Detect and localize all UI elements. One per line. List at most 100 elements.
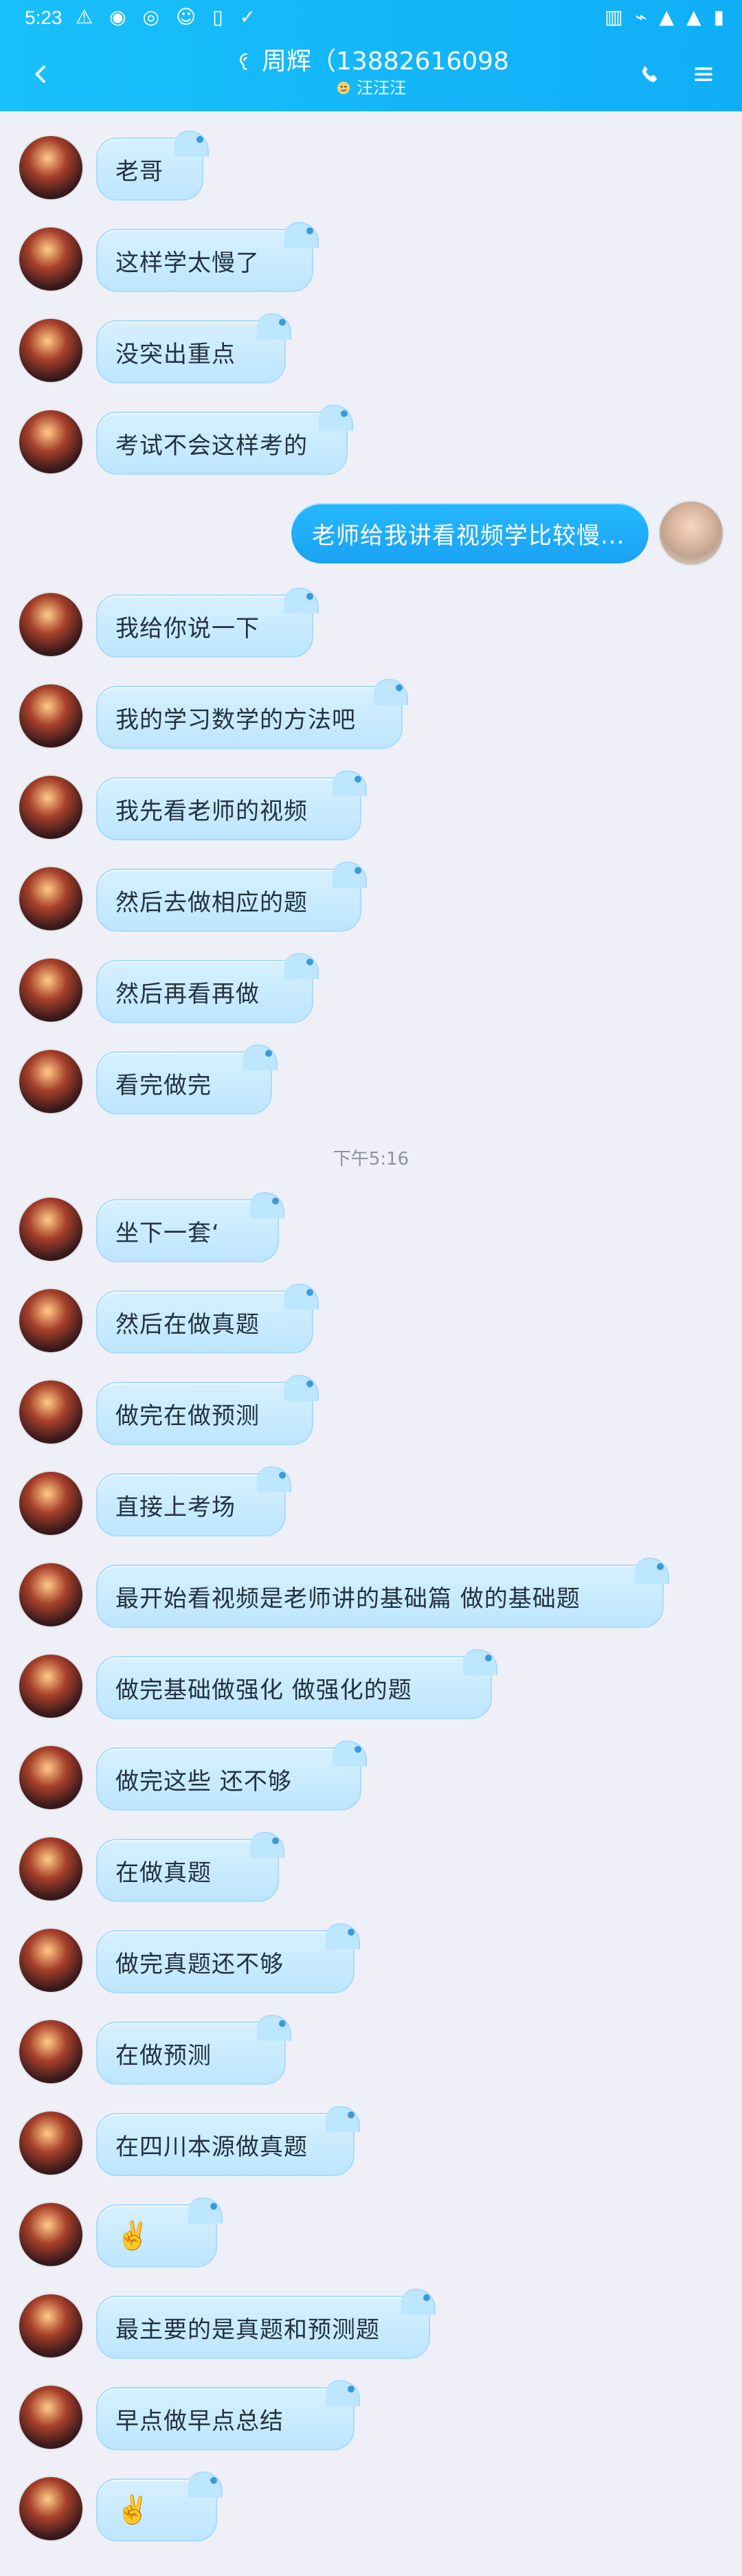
avatar[interactable] xyxy=(19,1289,82,1352)
message-row: 最开始看视频是老师讲的基础篇 做的基础题 xyxy=(0,1558,742,1628)
timestamp-divider: 下午5:16 xyxy=(0,1145,742,1170)
message-row: 在做真题 xyxy=(0,1832,742,1902)
victory-hand-icon: ✌️ xyxy=(115,2220,150,2252)
message-row: 考试不会这样考的 xyxy=(0,405,742,475)
message-bubble[interactable]: 然后去做相应的题 xyxy=(96,862,367,932)
message-row: 没突出重点 xyxy=(0,313,742,383)
ear-icon xyxy=(233,52,254,72)
bubble-tail-icon xyxy=(374,679,408,705)
message-row: 坐下一套‘ xyxy=(0,1192,742,1262)
avatar[interactable] xyxy=(19,1198,82,1261)
message-text: 最主要的是真题和预测题 xyxy=(115,2316,380,2344)
signal-icon: ▲ xyxy=(686,5,701,28)
message-row: 在做预测 xyxy=(0,2015,742,2085)
message-row: 直接上考场 xyxy=(0,1466,742,1536)
status-right-icons: ▥ ⌁ ▲ ▲ ▮ xyxy=(605,5,724,28)
message-text: 我先看老师的视频 xyxy=(115,797,308,825)
message-bubble[interactable]: 做完在做预测 xyxy=(96,1375,319,1445)
avatar[interactable] xyxy=(19,319,82,382)
status-time: 5:23 xyxy=(25,7,63,28)
message-bubble[interactable]: 我先看老师的视频 xyxy=(96,770,367,840)
avatar[interactable] xyxy=(660,502,723,565)
message-bubble[interactable]: 然后在做真题 xyxy=(96,1284,319,1354)
target-icon: ◎ xyxy=(142,5,159,28)
message-row: 这样学太慢了 xyxy=(0,222,742,292)
message-bubble[interactable]: 老师给我讲看视频学比较慢... xyxy=(291,503,649,563)
message-bubble[interactable]: 直接上考场 xyxy=(96,1466,291,1536)
avatar[interactable] xyxy=(19,684,82,748)
call-button[interactable] xyxy=(628,52,672,96)
avatar[interactable] xyxy=(19,1380,82,1444)
avatar[interactable] xyxy=(19,1655,82,1718)
avatar[interactable] xyxy=(19,1472,82,1535)
avatar[interactable] xyxy=(19,1563,82,1626)
message-bubble[interactable]: 我的学习数学的方法吧 xyxy=(96,679,408,749)
avatar[interactable] xyxy=(19,959,82,1022)
message-bubble[interactable]: 做完真题还不够 xyxy=(96,1923,360,1993)
message-bubble[interactable]: 在做真题 xyxy=(96,1832,284,1902)
avatar[interactable] xyxy=(19,1050,82,1113)
chevron-left-icon xyxy=(35,65,45,83)
chat-area[interactable]: 老哥 这样学太慢了 没突出重点 考试不会这样考的 老师给我讲看视频学比较慢... xyxy=(0,111,742,2576)
message-bubble[interactable]: ✌️ xyxy=(96,2197,223,2267)
bubble-tail-icon xyxy=(284,1375,319,1401)
avatar[interactable] xyxy=(19,2020,82,2083)
message-bubble[interactable]: 最主要的是真题和预测题 xyxy=(96,2289,436,2359)
message-row: 然后在做真题 xyxy=(0,1284,742,1354)
message-bubble[interactable]: 考试不会这样考的 xyxy=(96,405,353,475)
message-row: ✌️ xyxy=(0,2472,742,2542)
avatar[interactable] xyxy=(19,2294,82,2357)
message-text: 然后去做相应的题 xyxy=(115,888,308,917)
message-row: 老师给我讲看视频学比较慢... xyxy=(0,502,742,565)
avatar[interactable] xyxy=(19,1746,82,1809)
message-row: 在四川本源做真题 xyxy=(0,2106,742,2176)
warning-icon: ⚠ xyxy=(76,5,93,28)
message-bubble[interactable]: 没突出重点 xyxy=(96,313,291,383)
bubble-tail-icon xyxy=(188,2472,223,2498)
circle-icon: ◉ xyxy=(109,5,126,28)
message-bubble[interactable]: 看完做完 xyxy=(96,1044,278,1115)
menu-button[interactable] xyxy=(682,52,726,96)
message-row: 看完做完 xyxy=(0,1044,742,1115)
message-bubble[interactable]: ✌️ xyxy=(96,2472,223,2542)
avatar[interactable] xyxy=(19,867,82,930)
battery-icon: ▮ xyxy=(713,5,724,28)
avatar[interactable] xyxy=(19,776,82,839)
message-bubble[interactable]: 最开始看视频是老师讲的基础篇 做的基础题 xyxy=(96,1558,669,1628)
avatar[interactable] xyxy=(19,2112,82,2175)
message-bubble[interactable]: 然后再看再做 xyxy=(96,953,319,1023)
message-bubble[interactable]: 早点做早点总结 xyxy=(96,2380,360,2450)
avatar[interactable] xyxy=(19,1837,82,1901)
avatar[interactable] xyxy=(19,593,82,656)
avatar[interactable] xyxy=(19,410,82,473)
bubble-tail-icon xyxy=(326,1923,360,1949)
message-row: 最主要的是真题和预测题 xyxy=(0,2289,742,2359)
message-bubble[interactable]: 坐下一套‘ xyxy=(96,1192,284,1262)
avatar[interactable] xyxy=(19,227,82,291)
message-text: 在四川本源做真题 xyxy=(115,2133,308,2161)
message-bubble[interactable]: 做完基础做强化 做强化的题 xyxy=(96,1649,497,1719)
avatar[interactable] xyxy=(19,2386,82,2449)
check-icon: ✓ xyxy=(239,5,256,28)
message-bubble[interactable]: 在四川本源做真题 xyxy=(96,2106,360,2176)
bubble-tail-icon xyxy=(401,2289,436,2315)
bubble-tail-icon xyxy=(284,587,319,614)
message-bubble[interactable]: 我给你说一下 xyxy=(96,587,319,658)
chat-title[interactable]: 周辉（13882616098 汪汪汪 xyxy=(220,45,522,103)
phone-icon xyxy=(642,65,657,82)
bubble-tail-icon xyxy=(257,2015,291,2041)
message-bubble[interactable]: 这样学太慢了 xyxy=(96,222,319,292)
message-text: 做完真题还不够 xyxy=(115,1950,284,1978)
message-bubble[interactable]: 在做预测 xyxy=(96,2015,291,2085)
avatar[interactable] xyxy=(19,2477,82,2540)
back-button[interactable] xyxy=(19,52,63,96)
message-row: 做完基础做强化 做强化的题 xyxy=(0,1649,742,1719)
contact-status: 汪汪汪 xyxy=(357,78,406,98)
contact-name: 周辉（13882616098 xyxy=(262,47,509,76)
message-bubble[interactable]: 老哥 xyxy=(96,131,209,201)
message-bubble[interactable]: 做完这些 还不够 xyxy=(96,1740,367,1811)
avatar[interactable] xyxy=(19,1929,82,1992)
message-text: 做完基础做强化 做强化的题 xyxy=(115,1676,412,1704)
avatar[interactable] xyxy=(19,136,82,199)
avatar[interactable] xyxy=(19,2203,82,2266)
